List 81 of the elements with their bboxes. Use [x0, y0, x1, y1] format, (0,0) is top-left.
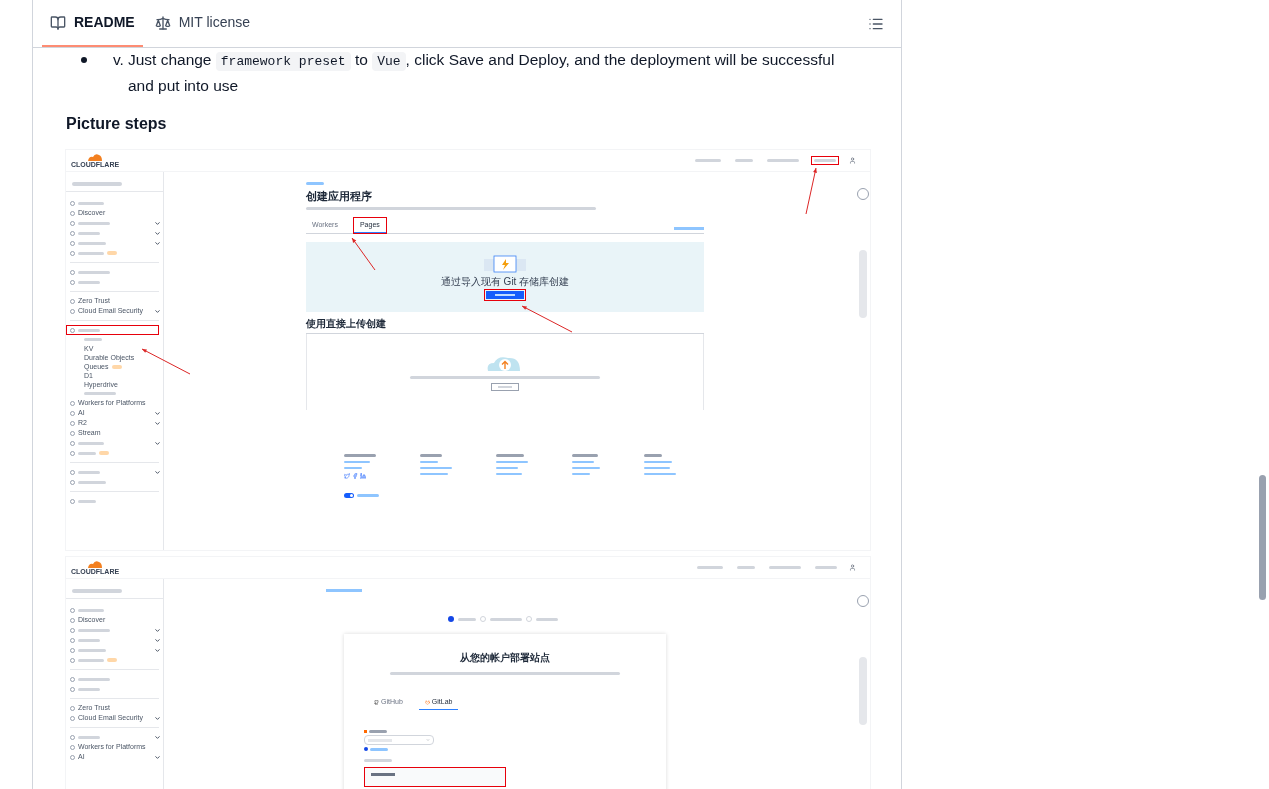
badge-marker	[99, 451, 109, 455]
cloud-logo-icon	[87, 559, 103, 568]
chevron-icon	[154, 468, 161, 476]
side-widget[interactable]	[859, 250, 867, 318]
blurred-text	[572, 454, 598, 457]
blurred-text	[78, 280, 100, 284]
linkedin-icon[interactable]	[360, 473, 366, 479]
blurred-text	[644, 454, 662, 457]
repository-field[interactable]	[364, 767, 506, 787]
blurred-text	[364, 759, 392, 762]
chevron-icon	[154, 714, 161, 722]
blurred-text	[78, 201, 104, 205]
add-icon	[364, 747, 368, 751]
blurred-text	[78, 270, 110, 274]
badge-marker	[107, 251, 117, 255]
list-marker: v.	[113, 50, 124, 70]
twitter-icon[interactable]	[344, 473, 350, 479]
upload-button[interactable]	[491, 382, 519, 391]
blurred-text	[84, 338, 102, 341]
github-icon	[374, 699, 379, 705]
cookie-toggle[interactable]	[344, 493, 354, 498]
blurred-text	[84, 392, 116, 395]
blurred-text	[78, 628, 110, 632]
side-widget[interactable]	[859, 657, 867, 725]
account-select[interactable]	[364, 735, 434, 745]
blurred-text	[78, 648, 106, 652]
blurred-text	[78, 251, 104, 255]
gitlab-icon	[424, 699, 430, 705]
section-heading: Picture steps	[66, 114, 168, 134]
user-icon[interactable]	[849, 564, 856, 571]
blurred-text	[78, 608, 104, 612]
page-title: 创建应用程序	[306, 189, 373, 203]
blurred-text	[78, 638, 100, 642]
readme-tab[interactable]: README	[42, 0, 143, 47]
blurred-text	[490, 617, 522, 621]
nav-menu[interactable]	[811, 156, 839, 165]
blurred-text	[458, 617, 476, 621]
section-title: 使用直接上传创建	[306, 318, 704, 334]
blurred-text	[357, 494, 379, 497]
badge-marker	[111, 364, 122, 369]
outline-icon[interactable]	[868, 16, 884, 32]
blurred-text	[78, 480, 106, 484]
user-icon[interactable]	[849, 157, 856, 164]
blurred-text	[78, 470, 100, 474]
blurred-text	[78, 677, 110, 681]
blurred-text	[344, 454, 376, 457]
chevron-icon	[154, 439, 161, 447]
readme-tab[interactable]: MIT license	[146, 0, 258, 47]
blurred-text	[78, 658, 104, 662]
blurred-text	[72, 588, 122, 593]
card-title: 从您的帐户部署站点	[460, 652, 550, 664]
blurred-text	[78, 499, 96, 503]
chevron-icon	[154, 753, 161, 761]
blurred-text	[78, 735, 100, 739]
chevron-icon	[154, 307, 161, 315]
scrollbar-thumb[interactable]	[1259, 475, 1266, 600]
blurred-text	[536, 617, 558, 621]
cloud-logo-icon	[87, 152, 103, 161]
connect-git-button[interactable]	[486, 291, 524, 299]
bullet-icon	[81, 57, 87, 63]
blurred-text	[78, 328, 100, 332]
chevron-icon	[154, 733, 161, 741]
blurred-text	[496, 454, 524, 457]
blurred-text	[420, 454, 442, 457]
blurred-text	[78, 231, 100, 235]
step-marker	[448, 616, 454, 622]
blurred-text	[78, 451, 96, 455]
panel-text: 通过导入现有 Git 存储库创建	[440, 276, 570, 288]
blurred-text	[369, 730, 387, 733]
blurred-text	[78, 221, 110, 225]
blurred-text	[72, 181, 122, 186]
facebook-icon[interactable]	[352, 473, 358, 479]
list-item-text: Just change framework preset to Vue , click Save and Deploy, and the deployment will be successful and put into use	[127, 50, 836, 96]
blurred-text	[78, 241, 106, 245]
blurred-text	[78, 687, 100, 691]
code-window-drawing	[484, 255, 526, 273]
scale-icon	[154, 14, 171, 31]
badge-marker	[107, 658, 117, 662]
blurred-text	[78, 441, 104, 445]
blurred-text	[370, 747, 388, 751]
book-icon	[50, 14, 66, 31]
